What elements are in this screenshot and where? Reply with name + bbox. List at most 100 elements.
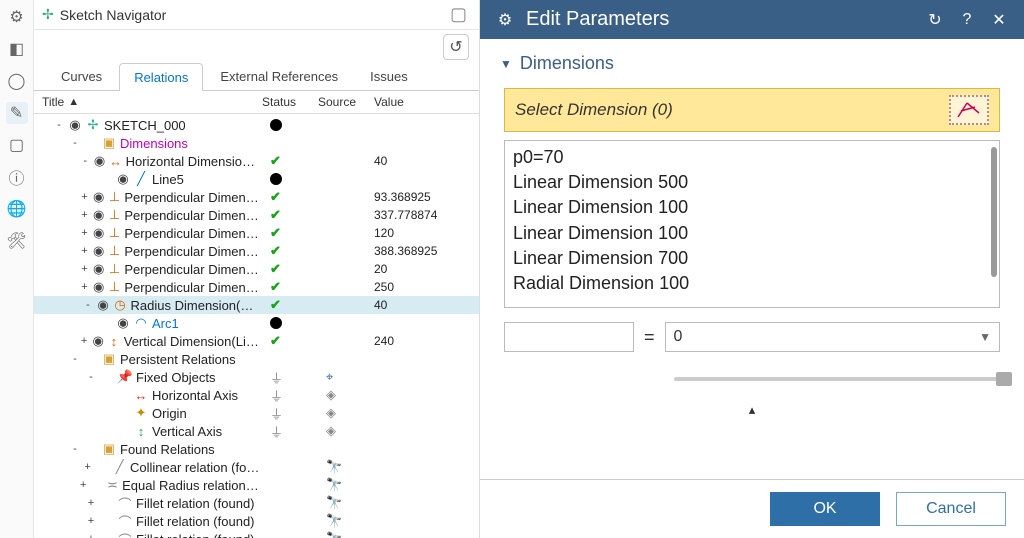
- tools-icon[interactable]: 🛠: [6, 230, 28, 252]
- row-status: ✔: [262, 207, 318, 223]
- refresh-button[interactable]: ↺: [443, 34, 469, 60]
- tree-twisty[interactable]: -: [85, 371, 97, 383]
- list-item[interactable]: Linear Dimension 100: [513, 221, 991, 246]
- tree-row[interactable]: -◉✢SKETCH_000: [34, 116, 479, 134]
- cancel-button[interactable]: Cancel: [896, 492, 1006, 526]
- visibility-icon[interactable]: ◉: [68, 117, 82, 133]
- tree-row[interactable]: ✦Origin⏚◈: [34, 404, 479, 422]
- row-icon: ⊥: [108, 279, 122, 295]
- tree-row[interactable]: +◉⊥Perpendicular Dimension(...✔337.77887…: [34, 206, 479, 224]
- box-icon[interactable]: ▢: [6, 134, 28, 156]
- tree-row[interactable]: -▣Found Relations: [34, 440, 479, 458]
- tree-row[interactable]: +◉⊥Perpendicular Dimension(...✔93.368925: [34, 188, 479, 206]
- tab-curves[interactable]: Curves: [46, 62, 117, 90]
- list-item[interactable]: Linear Dimension 700: [513, 246, 991, 271]
- visibility-icon[interactable]: ◉: [116, 171, 130, 187]
- tree-twisty[interactable]: +: [79, 335, 89, 347]
- tab-external-references[interactable]: External References: [205, 62, 353, 90]
- list-item[interactable]: Linear Dimension 500: [513, 170, 991, 195]
- tree-twisty[interactable]: +: [85, 497, 97, 509]
- sort-icon[interactable]: ▲: [68, 96, 79, 108]
- tree-row[interactable]: +◉↕Vertical Dimension(Line6 (...✔240: [34, 332, 479, 350]
- tree-row[interactable]: +◉⊥Perpendicular Dimension(...✔388.36892…: [34, 242, 479, 260]
- select-dimension-row[interactable]: Select Dimension (0): [504, 88, 1000, 132]
- close-icon[interactable]: ✕: [988, 9, 1010, 31]
- tree-row[interactable]: +≍Equal Radius relation (found)🔭: [34, 476, 479, 494]
- visibility-icon[interactable]: ◉: [92, 333, 104, 349]
- visibility-icon[interactable]: ◉: [116, 315, 130, 331]
- tree-twisty[interactable]: +: [85, 515, 97, 527]
- tree-row[interactable]: ◉◠Arc1: [34, 314, 479, 332]
- list-item[interactable]: Radial Dimension 100: [513, 271, 991, 296]
- help-icon[interactable]: ?: [956, 9, 978, 31]
- visibility-icon[interactable]: ◉: [93, 225, 105, 241]
- tree-view[interactable]: -◉✢SKETCH_000-▣Dimensions-◉↔Horizontal D…: [34, 114, 479, 538]
- tree-twisty[interactable]: -: [80, 155, 90, 167]
- cylinder-icon[interactable]: ◯: [6, 70, 28, 92]
- tree-twisty[interactable]: +: [79, 245, 89, 257]
- ok-button[interactable]: OK: [770, 492, 880, 526]
- globe-icon[interactable]: 🌐: [6, 198, 28, 220]
- pick-dimension-icon[interactable]: [949, 95, 989, 125]
- panel-dock-button[interactable]: ▢: [446, 4, 471, 25]
- scrollbar-thumb[interactable]: [991, 147, 997, 277]
- tree-twisty[interactable]: -: [82, 299, 93, 311]
- tree-twisty[interactable]: -: [53, 119, 65, 131]
- tree-row[interactable]: ◉╱Line5: [34, 170, 479, 188]
- tree-row[interactable]: -◉◷Radius Dimension(Arc1)✔40: [34, 296, 479, 314]
- dimension-listbox[interactable]: p0=70Linear Dimension 500Linear Dimensio…: [504, 140, 1000, 308]
- sketch-icon[interactable]: ✎: [6, 102, 28, 124]
- tree-row[interactable]: +◉⊥Perpendicular Dimension(...✔250: [34, 278, 479, 296]
- value-slider[interactable]: [504, 370, 1000, 388]
- tree-row[interactable]: +◉⊥Perpendicular Dimension(...✔120: [34, 224, 479, 242]
- collapse-toggle[interactable]: ▴: [500, 402, 1004, 418]
- info-icon[interactable]: ⓘ: [6, 166, 28, 188]
- col-status[interactable]: Status: [262, 95, 318, 109]
- tree-twisty[interactable]: -: [69, 353, 81, 365]
- row-label: Perpendicular Dimension(...: [124, 262, 262, 277]
- tree-row[interactable]: +╱Collinear relation (found)🔭: [34, 458, 479, 476]
- tab-relations[interactable]: Relations: [119, 63, 203, 91]
- gear-icon[interactable]: ⚙: [6, 6, 28, 28]
- visibility-icon[interactable]: ◉: [97, 297, 110, 313]
- list-item[interactable]: Linear Dimension 100: [513, 195, 991, 220]
- list-item[interactable]: p0=70: [513, 145, 991, 170]
- col-value[interactable]: Value: [374, 95, 479, 109]
- tree-row[interactable]: -◉↔Horizontal Dimension(Lin...✔40: [34, 152, 479, 170]
- visibility-icon[interactable]: ◉: [93, 189, 105, 205]
- tree-row[interactable]: ↔Horizontal Axis⏚◈: [34, 386, 479, 404]
- tree-twisty[interactable]: +: [79, 227, 89, 239]
- tree-row[interactable]: -▣Persistent Relations: [34, 350, 479, 368]
- tree-twisty[interactable]: +: [79, 209, 89, 221]
- tree-twisty[interactable]: +: [85, 533, 97, 538]
- reset-icon[interactable]: ↻: [924, 9, 946, 31]
- visibility-icon[interactable]: ◉: [93, 153, 105, 169]
- tree-row[interactable]: +⌒Fillet relation (found)🔭: [34, 494, 479, 512]
- param-name-input[interactable]: [504, 322, 634, 352]
- tree-twisty[interactable]: +: [79, 263, 89, 275]
- tree-row[interactable]: ↕Vertical Axis⏚◈: [34, 422, 479, 440]
- tab-issues[interactable]: Issues: [355, 62, 423, 90]
- visibility-icon[interactable]: ◉: [93, 243, 105, 259]
- visibility-icon[interactable]: ◉: [93, 279, 105, 295]
- visibility-icon[interactable]: ◉: [93, 207, 105, 223]
- section-dimensions-header[interactable]: ▼ Dimensions: [500, 53, 1004, 74]
- col-title[interactable]: Title: [42, 95, 64, 109]
- tree-row[interactable]: +◉⊥Perpendicular Dimension(...✔20: [34, 260, 479, 278]
- param-value-field[interactable]: 0 ▼: [665, 322, 1000, 352]
- chevron-down-icon[interactable]: ▼: [979, 330, 991, 344]
- tree-twisty[interactable]: -: [69, 443, 81, 455]
- tree-row[interactable]: -▣Dimensions: [34, 134, 479, 152]
- tree-twisty[interactable]: +: [79, 281, 89, 293]
- tree-twisty[interactable]: -: [69, 137, 81, 149]
- slider-thumb[interactable]: [996, 372, 1012, 386]
- tree-twisty[interactable]: +: [79, 191, 89, 203]
- tree-row[interactable]: +⌒Fillet relation (found)🔭: [34, 512, 479, 530]
- visibility-icon[interactable]: ◉: [93, 261, 105, 277]
- tree-twisty[interactable]: +: [78, 479, 88, 491]
- tree-twisty[interactable]: +: [82, 461, 93, 473]
- cube-icon[interactable]: ◧: [6, 38, 28, 60]
- col-source[interactable]: Source: [318, 95, 374, 109]
- tree-row[interactable]: +⌒Fillet relation (found)🔭: [34, 530, 479, 538]
- tree-row[interactable]: -📌Fixed Objects⏚⌖: [34, 368, 479, 386]
